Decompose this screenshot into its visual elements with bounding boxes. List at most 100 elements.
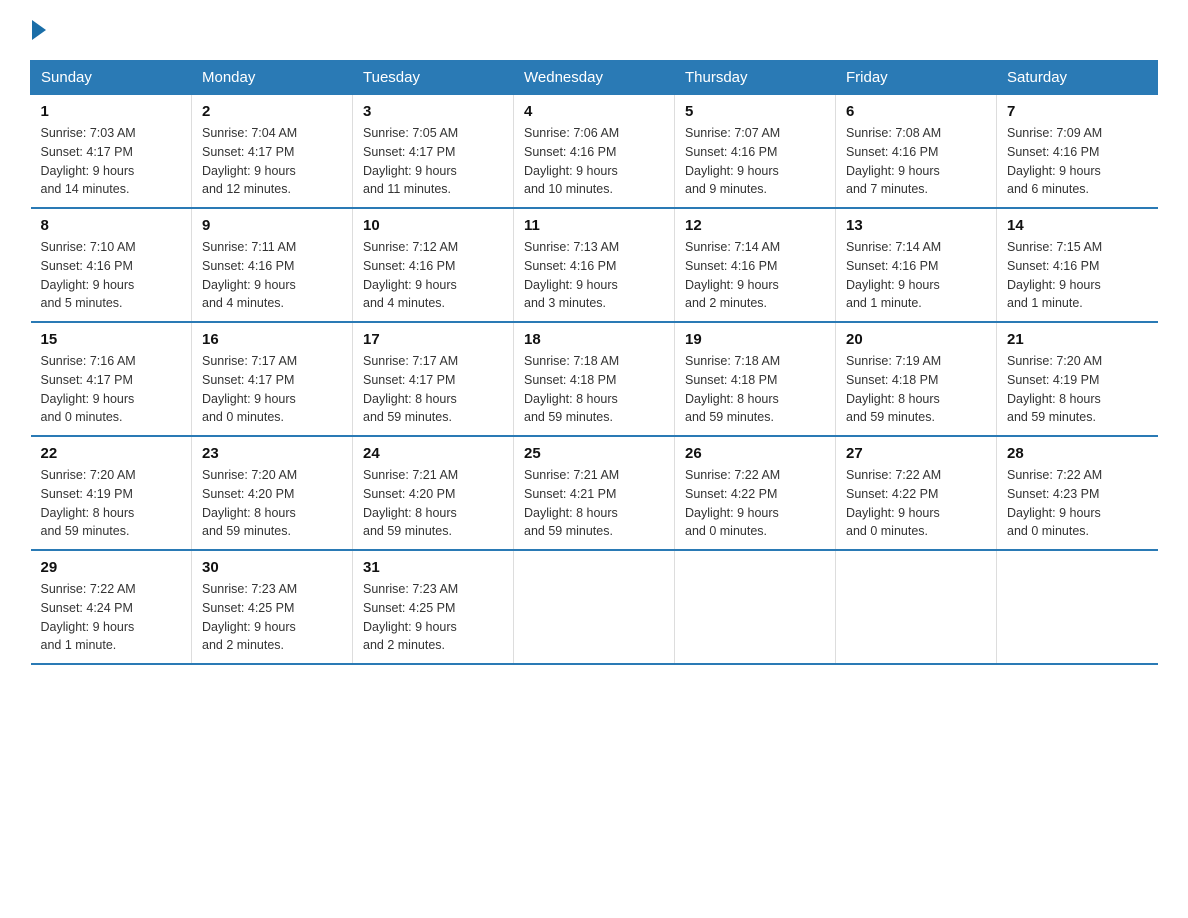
day-info: Sunrise: 7:12 AMSunset: 4:16 PMDaylight:… [363, 238, 503, 313]
day-info: Sunrise: 7:03 AMSunset: 4:17 PMDaylight:… [41, 124, 182, 199]
day-number: 17 [363, 331, 503, 348]
day-number: 12 [685, 217, 825, 234]
calendar-cell: 7 Sunrise: 7:09 AMSunset: 4:16 PMDaylight… [997, 95, 1158, 209]
calendar-cell: 19 Sunrise: 7:18 AMSunset: 4:18 PMDayligh… [675, 322, 836, 436]
day-info: Sunrise: 7:18 AMSunset: 4:18 PMDaylight:… [524, 352, 664, 427]
day-info: Sunrise: 7:14 AMSunset: 4:16 PMDaylight:… [685, 238, 825, 313]
calendar-cell: 17 Sunrise: 7:17 AMSunset: 4:17 PMDayligh… [353, 322, 514, 436]
calendar-cell: 3 Sunrise: 7:05 AMSunset: 4:17 PMDaylight… [353, 95, 514, 209]
day-number: 10 [363, 217, 503, 234]
day-info: Sunrise: 7:17 AMSunset: 4:17 PMDaylight:… [363, 352, 503, 427]
week-row-5: 29 Sunrise: 7:22 AMSunset: 4:24 PMDayligh… [31, 550, 1158, 664]
calendar-cell: 4 Sunrise: 7:06 AMSunset: 4:16 PMDaylight… [514, 95, 675, 209]
calendar-cell: 8 Sunrise: 7:10 AMSunset: 4:16 PMDaylight… [31, 208, 192, 322]
calendar-cell: 11 Sunrise: 7:13 AMSunset: 4:16 PMDayligh… [514, 208, 675, 322]
day-info: Sunrise: 7:21 AMSunset: 4:20 PMDaylight:… [363, 466, 503, 541]
day-info: Sunrise: 7:17 AMSunset: 4:17 PMDaylight:… [202, 352, 342, 427]
day-info: Sunrise: 7:23 AMSunset: 4:25 PMDaylight:… [202, 580, 342, 655]
day-number: 24 [363, 445, 503, 462]
calendar-cell: 25Sunrise: 7:21 AMSunset: 4:21 PMDayligh… [514, 436, 675, 550]
day-info: Sunrise: 7:20 AMSunset: 4:19 PMDaylight:… [41, 466, 182, 541]
day-info: Sunrise: 7:07 AMSunset: 4:16 PMDaylight:… [685, 124, 825, 199]
calendar-cell [836, 550, 997, 664]
header-wednesday: Wednesday [514, 61, 675, 95]
day-info: Sunrise: 7:22 AMSunset: 4:22 PMDaylight:… [685, 466, 825, 541]
day-info: Sunrise: 7:13 AMSunset: 4:16 PMDaylight:… [524, 238, 664, 313]
header-saturday: Saturday [997, 61, 1158, 95]
day-number: 2 [202, 103, 342, 120]
day-info: Sunrise: 7:16 AMSunset: 4:17 PMDaylight:… [41, 352, 182, 427]
week-row-3: 15Sunrise: 7:16 AMSunset: 4:17 PMDayligh… [31, 322, 1158, 436]
header-sunday: Sunday [31, 61, 192, 95]
day-info: Sunrise: 7:22 AMSunset: 4:22 PMDaylight:… [846, 466, 986, 541]
day-number: 18 [524, 331, 664, 348]
calendar-cell: 26 Sunrise: 7:22 AMSunset: 4:22 PMDayligh… [675, 436, 836, 550]
day-number: 3 [363, 103, 503, 120]
day-number: 29 [41, 559, 182, 576]
calendar-cell [675, 550, 836, 664]
logo-arrow-icon [32, 20, 46, 40]
day-number: 23 [202, 445, 342, 462]
day-number: 9 [202, 217, 342, 234]
day-number: 25 [524, 445, 664, 462]
calendar-cell: 18 Sunrise: 7:18 AMSunset: 4:18 PMDayligh… [514, 322, 675, 436]
calendar-cell [514, 550, 675, 664]
week-row-4: 22 Sunrise: 7:20 AMSunset: 4:19 PMDayligh… [31, 436, 1158, 550]
day-number: 30 [202, 559, 342, 576]
calendar-cell: 20 Sunrise: 7:19 AMSunset: 4:18 PMDayligh… [836, 322, 997, 436]
day-number: 5 [685, 103, 825, 120]
day-info: Sunrise: 7:22 AMSunset: 4:23 PMDaylight:… [1007, 466, 1148, 541]
page-header [30, 20, 1158, 40]
day-number: 7 [1007, 103, 1148, 120]
day-info: Sunrise: 7:18 AMSunset: 4:18 PMDaylight:… [685, 352, 825, 427]
day-info: Sunrise: 7:06 AMSunset: 4:16 PMDaylight:… [524, 124, 664, 199]
calendar-table: SundayMondayTuesdayWednesdayThursdayFrid… [30, 60, 1158, 665]
day-info: Sunrise: 7:05 AMSunset: 4:17 PMDaylight:… [363, 124, 503, 199]
calendar-cell: 14 Sunrise: 7:15 AMSunset: 4:16 PMDayligh… [997, 208, 1158, 322]
day-number: 27 [846, 445, 986, 462]
day-info: Sunrise: 7:10 AMSunset: 4:16 PMDaylight:… [41, 238, 182, 313]
day-info: Sunrise: 7:20 AMSunset: 4:19 PMDaylight:… [1007, 352, 1148, 427]
calendar-cell: 23 Sunrise: 7:20 AMSunset: 4:20 PMDayligh… [192, 436, 353, 550]
day-info: Sunrise: 7:09 AMSunset: 4:16 PMDaylight:… [1007, 124, 1148, 199]
day-number: 19 [685, 331, 825, 348]
day-number: 4 [524, 103, 664, 120]
day-number: 1 [41, 103, 182, 120]
day-number: 22 [41, 445, 182, 462]
day-info: Sunrise: 7:14 AMSunset: 4:16 PMDaylight:… [846, 238, 986, 313]
day-info: Sunrise: 7:22 AMSunset: 4:24 PMDaylight:… [41, 580, 182, 655]
day-info: Sunrise: 7:04 AMSunset: 4:17 PMDaylight:… [202, 124, 342, 199]
calendar-header-row: SundayMondayTuesdayWednesdayThursdayFrid… [31, 61, 1158, 95]
day-info: Sunrise: 7:20 AMSunset: 4:20 PMDaylight:… [202, 466, 342, 541]
calendar-cell: 30 Sunrise: 7:23 AMSunset: 4:25 PMDayligh… [192, 550, 353, 664]
calendar-cell: 27 Sunrise: 7:22 AMSunset: 4:22 PMDayligh… [836, 436, 997, 550]
week-row-2: 8 Sunrise: 7:10 AMSunset: 4:16 PMDaylight… [31, 208, 1158, 322]
day-info: Sunrise: 7:23 AMSunset: 4:25 PMDaylight:… [363, 580, 503, 655]
calendar-cell: 21Sunrise: 7:20 AMSunset: 4:19 PMDayligh… [997, 322, 1158, 436]
calendar-cell: 22 Sunrise: 7:20 AMSunset: 4:19 PMDayligh… [31, 436, 192, 550]
day-number: 6 [846, 103, 986, 120]
calendar-cell: 10 Sunrise: 7:12 AMSunset: 4:16 PMDayligh… [353, 208, 514, 322]
calendar-cell: 29 Sunrise: 7:22 AMSunset: 4:24 PMDayligh… [31, 550, 192, 664]
day-number: 28 [1007, 445, 1148, 462]
calendar-cell: 13Sunrise: 7:14 AMSunset: 4:16 PMDayligh… [836, 208, 997, 322]
day-info: Sunrise: 7:19 AMSunset: 4:18 PMDaylight:… [846, 352, 986, 427]
week-row-1: 1 Sunrise: 7:03 AMSunset: 4:17 PMDaylight… [31, 95, 1158, 209]
header-tuesday: Tuesday [353, 61, 514, 95]
day-number: 14 [1007, 217, 1148, 234]
day-number: 20 [846, 331, 986, 348]
day-number: 26 [685, 445, 825, 462]
day-info: Sunrise: 7:11 AMSunset: 4:16 PMDaylight:… [202, 238, 342, 313]
calendar-cell: 28 Sunrise: 7:22 AMSunset: 4:23 PMDayligh… [997, 436, 1158, 550]
day-number: 11 [524, 217, 664, 234]
header-friday: Friday [836, 61, 997, 95]
day-info: Sunrise: 7:08 AMSunset: 4:16 PMDaylight:… [846, 124, 986, 199]
calendar-cell: 9 Sunrise: 7:11 AMSunset: 4:16 PMDaylight… [192, 208, 353, 322]
calendar-cell: 24 Sunrise: 7:21 AMSunset: 4:20 PMDayligh… [353, 436, 514, 550]
day-info: Sunrise: 7:15 AMSunset: 4:16 PMDaylight:… [1007, 238, 1148, 313]
calendar-cell: 31Sunrise: 7:23 AMSunset: 4:25 PMDayligh… [353, 550, 514, 664]
calendar-cell: 12 Sunrise: 7:14 AMSunset: 4:16 PMDayligh… [675, 208, 836, 322]
day-number: 8 [41, 217, 182, 234]
logo [30, 20, 48, 40]
calendar-cell: 5 Sunrise: 7:07 AMSunset: 4:16 PMDaylight… [675, 95, 836, 209]
